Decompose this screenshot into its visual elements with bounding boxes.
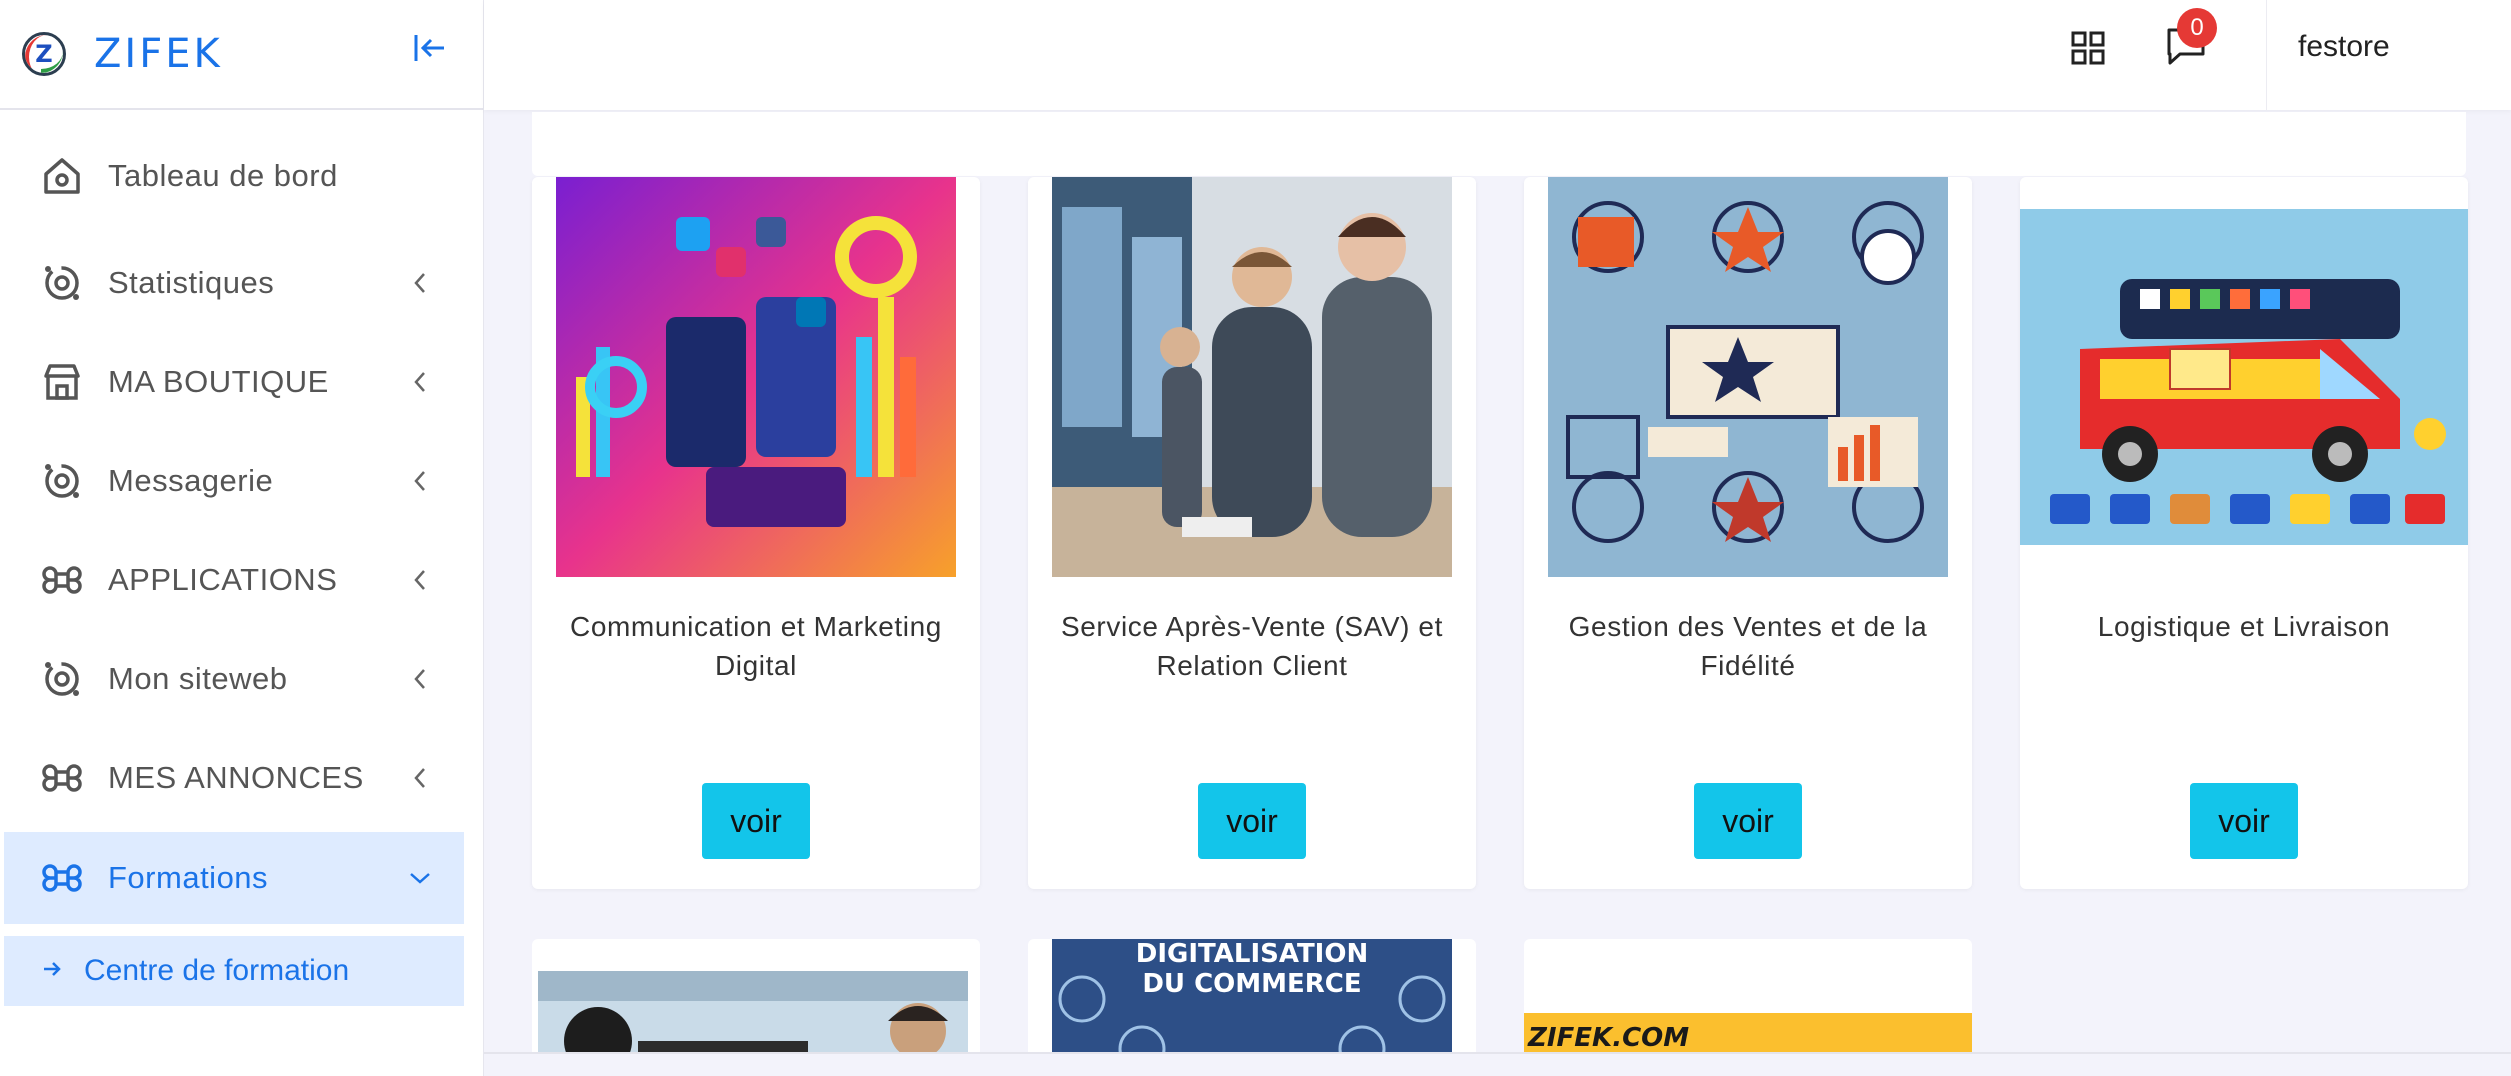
bottom-scroll-edge xyxy=(484,1052,2511,1076)
chevron-left-icon xyxy=(404,465,436,497)
chevron-left-icon xyxy=(404,564,436,596)
chevron-left-icon xyxy=(404,267,436,299)
sidebar-item-label: Statistiques xyxy=(108,265,275,300)
course-card: Service Après-Vente (SAV) et Relation Cl… xyxy=(1028,177,1476,889)
arrow-right-icon xyxy=(42,961,62,982)
voir-button[interactable]: voir xyxy=(702,783,810,859)
store-icon xyxy=(36,356,88,408)
course-image-logistique xyxy=(2020,209,2468,545)
brand-logo[interactable]: Z xyxy=(22,32,66,76)
brand-name: ZIFEK xyxy=(94,31,223,77)
chevron-left-icon xyxy=(404,762,436,794)
course-title: Gestion des Ventes et de la Fidélité xyxy=(1568,611,1928,681)
course-card: Logistique et Livraison voir xyxy=(2020,177,2468,889)
chart-icon xyxy=(36,257,88,309)
course-card: Gestion des Ventes et de la Fidélité voi… xyxy=(1524,177,1972,889)
submenu-item-centre-de-formation[interactable]: Centre de formation xyxy=(4,936,464,1006)
chevron-left-icon xyxy=(404,663,436,695)
sidebar-item-label: Mon siteweb xyxy=(108,661,288,696)
sidebar-item-formations[interactable]: Formations xyxy=(4,832,464,924)
course-image-marketing xyxy=(556,177,956,577)
sidebar: Z ZIFEK Tableau de bord Statistiques MA … xyxy=(0,0,484,1076)
sidebar-item-tableau-de-bord[interactable]: Tableau de bord xyxy=(4,130,464,222)
sidebar-item-label: Tableau de bord xyxy=(108,158,338,193)
sidebar-item-messagerie[interactable]: Messagerie xyxy=(4,435,464,527)
sidebar-item-label: MA BOUTIQUE xyxy=(108,364,329,399)
voir-button[interactable]: voir xyxy=(2190,783,2298,859)
voir-button[interactable]: voir xyxy=(1198,783,1306,859)
sidebar-item-statistiques[interactable]: Statistiques xyxy=(4,237,464,329)
chat-icon xyxy=(36,455,88,507)
command-icon xyxy=(36,752,88,804)
notification-badge: 0 xyxy=(2177,8,2217,48)
course-title: Communication et Marketing Digital xyxy=(570,611,942,681)
course-card: Communication et Marketing Digital voir xyxy=(532,177,980,889)
home-icon xyxy=(36,150,88,202)
topbar-divider xyxy=(2266,0,2267,110)
course-title: Logistique et Livraison xyxy=(2097,611,2391,642)
chevron-down-icon xyxy=(404,862,436,894)
course-title: Service Après-Vente (SAV) et Relation Cl… xyxy=(1060,611,1443,681)
sidebar-item-label: APPLICATIONS xyxy=(108,562,338,597)
course-image-text: ZIFEK.COM xyxy=(1528,1023,1690,1053)
sidebar-item-label: Messagerie xyxy=(108,463,274,498)
chevron-left-icon xyxy=(404,366,436,398)
course-image-text: DIGITALISATION DU COMMERCE xyxy=(1135,939,1369,999)
sidebar-item-label: MES ANNONCES xyxy=(108,760,364,795)
web-icon xyxy=(36,653,88,705)
sidebar-item-mes-annonces[interactable]: MES ANNONCES xyxy=(4,732,464,824)
collapse-sidebar-icon[interactable] xyxy=(410,28,450,68)
section-header-card xyxy=(532,112,2466,176)
voir-button[interactable]: voir xyxy=(1694,783,1802,859)
apps-grid-icon[interactable] xyxy=(2066,26,2110,70)
command-icon xyxy=(36,852,88,904)
course-image-ventes xyxy=(1548,177,1948,577)
sidebar-item-label: Formations xyxy=(108,860,269,895)
course-image-sav xyxy=(1052,177,1452,577)
user-menu[interactable]: festore xyxy=(2298,30,2390,64)
sidebar-item-applications[interactable]: APPLICATIONS xyxy=(4,534,464,626)
sidebar-item-mon-siteweb[interactable]: Mon siteweb xyxy=(4,633,464,725)
sidebar-item-ma-boutique[interactable]: MA BOUTIQUE xyxy=(4,336,464,428)
command-icon xyxy=(36,554,88,606)
submenu-item-label: Centre de formation xyxy=(84,954,350,987)
